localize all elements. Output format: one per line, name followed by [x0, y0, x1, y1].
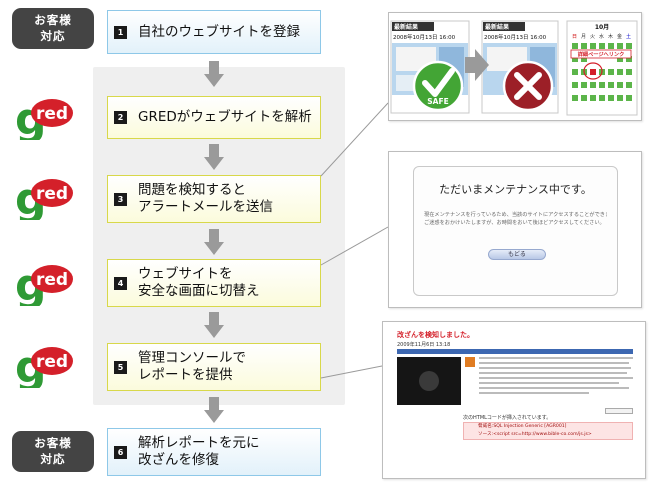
calendar-callout: 詳細ページへリンク: [578, 50, 625, 58]
step-text-line: 管理コンソールで: [138, 350, 246, 366]
maintenance-title: ただいまメンテナンス中です。: [439, 183, 592, 196]
gred-logo: g red: [15, 94, 73, 140]
report-detail-text: [465, 357, 633, 405]
step-text-line: 問題を検知すると: [138, 182, 246, 198]
step-6: 6 解析レポートを元に 改ざんを修復: [107, 428, 321, 476]
customer-badge-line1: お客様: [34, 436, 72, 450]
report-footer: 次のHTMLコードが挿入されています。: [463, 415, 552, 421]
report-detail-button[interactable]: [605, 408, 633, 414]
gred-logo-text: red: [36, 104, 68, 124]
step-text-line: 改ざんを修復: [138, 452, 219, 468]
down-arrow-icon: [204, 229, 224, 255]
maintenance-body-line: 現在メンテナンスを行っているため、当該のサイトにアクセスすることができません。: [424, 212, 607, 218]
down-arrow-icon: [204, 312, 224, 338]
step-text-line: アラートメールを送信: [138, 199, 273, 215]
step-5: 5 管理コンソールで レポートを提供: [107, 343, 321, 391]
step-text-line: GREDがウェブサイトを解析: [138, 109, 312, 125]
customer-badge-bottom: お客様 対応: [12, 431, 94, 472]
step-text-line: 安全な画面に切替え: [138, 283, 260, 299]
customer-badge-line2: 対応: [40, 452, 66, 466]
report-code-line: ソース:<script src=http://www.bible-co.com/…: [478, 432, 592, 437]
report-site-thumbnail: [397, 357, 461, 405]
back-button[interactable]: もどる: [488, 249, 546, 260]
step-number: 1: [114, 25, 127, 39]
calendar-weekday: 木: [608, 33, 613, 40]
screenshot-detection: 最新結果 2008年10月13日 16:00 最新結果 2008年10月13日 …: [388, 12, 642, 121]
report-url-bar: [397, 349, 633, 354]
gred-logo-text: red: [36, 184, 68, 204]
down-arrow-icon: [204, 61, 224, 87]
down-arrow-icon: [204, 397, 224, 423]
calendar-weekday: 日: [572, 34, 577, 40]
warning-icon: [465, 357, 475, 367]
customer-badge-top: お客様 対応: [12, 8, 94, 49]
report-code-box: 脅威名:SQL Injection Generic [AGR001] ソース:<…: [463, 422, 633, 440]
calendar-weekday: 金: [617, 33, 622, 40]
calendar-title: 10月: [595, 23, 609, 31]
mini-page-header: 最新結果: [485, 23, 509, 31]
step-number: 3: [114, 192, 127, 206]
step-1: 1 自社のウェブサイトを登録: [107, 10, 321, 54]
screenshot-maintenance: ただいまメンテナンス中です。 現在メンテナンスを行っているため、当該のサイトにア…: [388, 151, 642, 308]
safe-label: SAFE: [427, 97, 448, 106]
gred-logo-text: red: [36, 352, 68, 372]
step-text-line: ウェブサイトを: [138, 266, 233, 282]
screenshot-report: 改ざんを検知しました。 2009年11月6日 13:18 次のHTMLコードが挿…: [382, 321, 646, 479]
danger-x-icon: [502, 60, 554, 112]
report-code-line: 脅威名:SQL Injection Generic [AGR001]: [478, 424, 567, 429]
calendar-weekday: 月: [581, 34, 586, 40]
maintenance-body-line: ご迷惑をおかけいたしますが、お時間をおいて後ほどアクセスしてください。: [424, 220, 605, 226]
step-number: 2: [114, 111, 127, 124]
safe-check-icon: SAFE: [412, 60, 464, 112]
gred-logo: g red: [15, 174, 73, 220]
step-number: 6: [114, 445, 127, 459]
down-arrow-icon: [204, 144, 224, 170]
maintenance-card: ただいまメンテナンス中です。 現在メンテナンスを行っているため、当該のサイトにア…: [413, 166, 618, 296]
calendar-weekday: 土: [626, 33, 631, 40]
gred-logo: g red: [15, 260, 73, 306]
step-text-line: レポートを提供: [138, 367, 233, 383]
gred-logo: g red: [15, 342, 73, 388]
calendar-weekday: 火: [590, 34, 595, 40]
calendar-widget: 10月 日 月 火 水 木 金 土 詳細ページへリンク: [566, 20, 638, 116]
step-text-line: 解析レポートを元に: [138, 435, 260, 451]
calendar-weekday: 水: [599, 33, 604, 40]
customer-badge-line1: お客様: [34, 13, 72, 27]
step-number: 4: [114, 276, 127, 290]
step-text-line: 自社のウェブサイトを登録: [138, 23, 300, 40]
step-3: 3 問題を検知すると アラートメールを送信: [107, 175, 321, 223]
gred-logo-text: red: [36, 270, 68, 290]
mini-page-date: 2008年10月13日 16:00: [393, 33, 456, 41]
step-number: 5: [114, 360, 127, 374]
mini-page-header: 最新結果: [394, 23, 418, 31]
mini-page-date: 2008年10月13日 16:00: [484, 33, 547, 41]
step-4: 4 ウェブサイトを 安全な画面に切替え: [107, 259, 321, 307]
step-2: 2 GREDがウェブサイトを解析: [107, 96, 321, 139]
report-title: 改ざんを検知しました。: [397, 331, 474, 339]
report-datetime: 2009年11月6日 13:18: [397, 342, 451, 348]
customer-badge-line2: 対応: [40, 29, 66, 43]
